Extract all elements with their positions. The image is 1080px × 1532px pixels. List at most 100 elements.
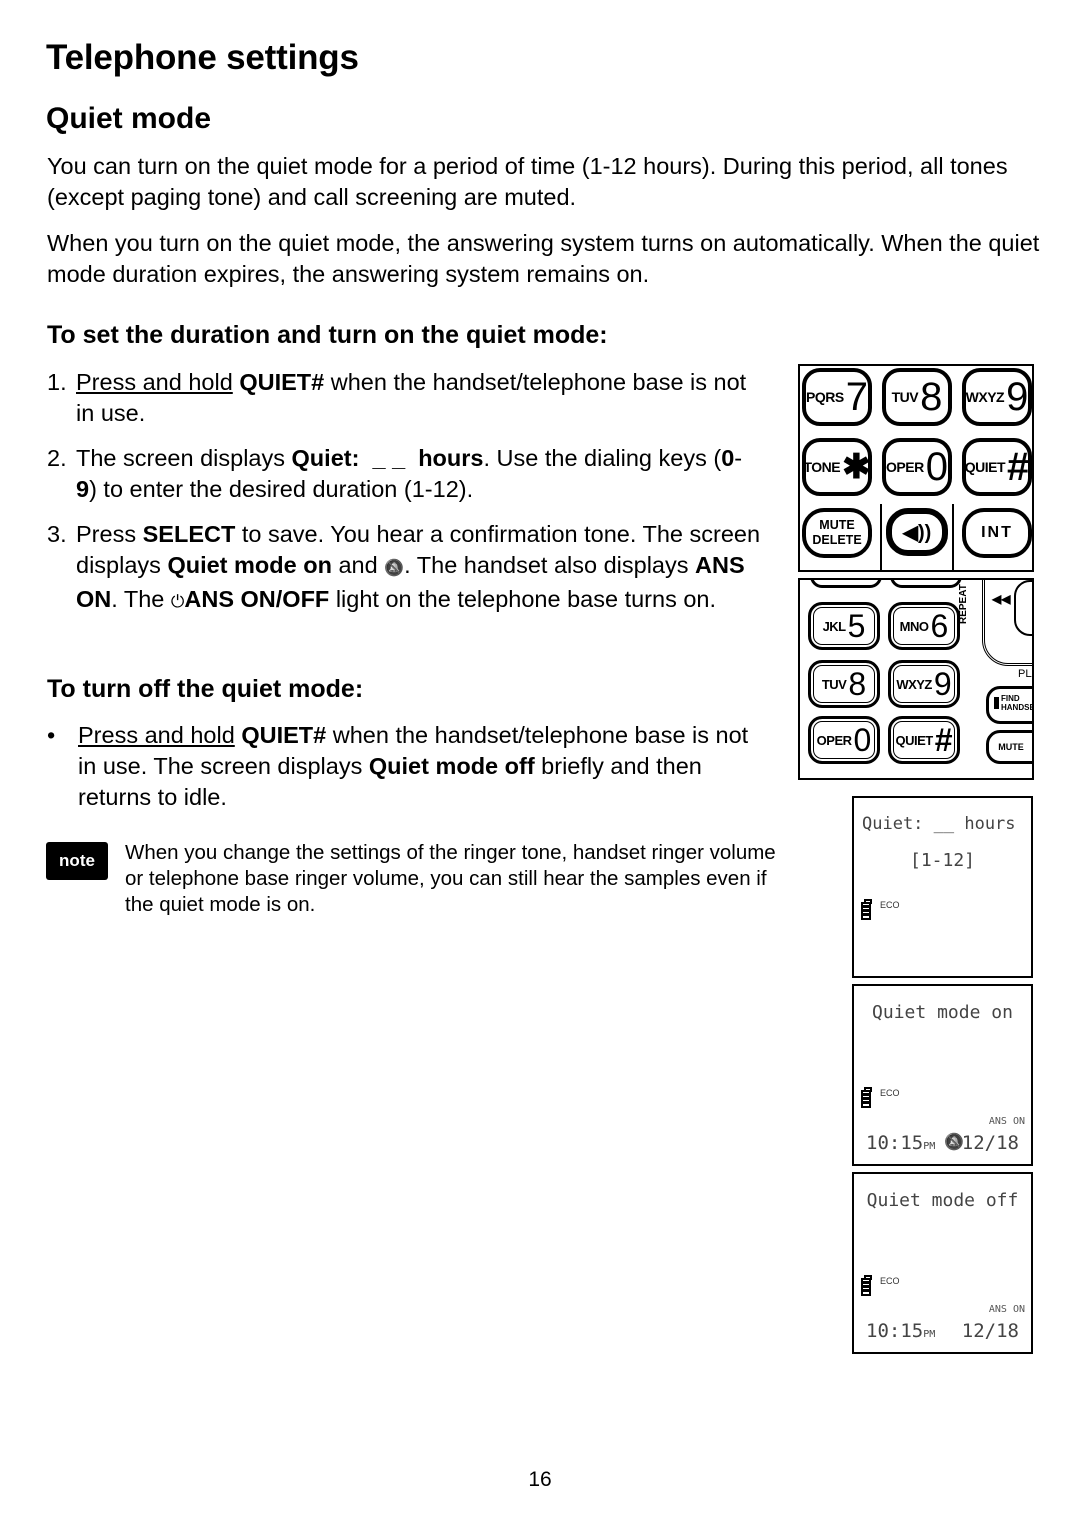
- base-key-pound-quiet[interactable]: QUIET #: [888, 716, 960, 764]
- key-letters: TUV: [891, 389, 919, 405]
- key-label: DELETE: [812, 533, 862, 547]
- screen-date: 12/18: [961, 1132, 1019, 1154]
- turn-off-heading: To turn off the quiet mode:: [47, 675, 364, 703]
- step-text: . The handset also displays: [404, 552, 696, 578]
- muted-bell-icon: 🔕: [384, 560, 405, 577]
- key-letters: QUIET: [895, 732, 933, 748]
- speaker-icon: ◀)): [902, 521, 932, 544]
- key-digit: 5: [847, 608, 866, 644]
- step-text: . The: [111, 586, 171, 612]
- step-number: 3.: [47, 521, 67, 547]
- key-letters: TONE: [803, 459, 841, 475]
- mute-label: MUTE: [998, 742, 1024, 752]
- section-title: Quiet mode: [46, 102, 212, 135]
- ampm: PM: [923, 1141, 936, 1152]
- intro-paragraph-2: When you turn on the quiet mode, the ans…: [47, 230, 1040, 287]
- key-digit: 7: [845, 375, 868, 419]
- intro-paragraph-1: You can turn on the quiet mode for a per…: [47, 153, 1008, 210]
- key-digit: 9: [933, 666, 952, 702]
- time-value: 10:15: [866, 1132, 924, 1154]
- key-digit: 8: [848, 666, 867, 702]
- eco-indicator: ECO: [880, 1276, 900, 1286]
- key-0-oper[interactable]: OPER 0: [882, 438, 952, 496]
- press-and-hold-link[interactable]: Press and hold: [76, 369, 233, 395]
- key-label: MUTE: [819, 518, 855, 532]
- play-label: PLA: [1018, 668, 1032, 680]
- key-8[interactable]: TUV 8: [882, 368, 952, 426]
- ans-on-indicator: ANS ON: [988, 1116, 1025, 1127]
- eco-indicator: ECO: [880, 1088, 900, 1098]
- step-1: 1. Press and hold QUIET# when the handse…: [47, 367, 767, 429]
- find-handset-key[interactable]: FIND HANDSET: [986, 686, 1032, 724]
- partial-key: [890, 580, 962, 588]
- screen-date: 12/18: [961, 1320, 1019, 1342]
- base-key-5[interactable]: JKL 5: [808, 602, 880, 650]
- int-key[interactable]: INT: [962, 508, 1032, 558]
- step-text: . Use the dialing keys (: [483, 445, 722, 471]
- note-badge: note: [46, 842, 108, 880]
- key-9[interactable]: WXYZ 9: [962, 368, 1032, 426]
- ans-on-indicator: ANS ON: [988, 1304, 1025, 1315]
- key-letters: OPER: [816, 732, 852, 748]
- key-digit: ✱: [842, 448, 871, 486]
- step-text: and: [331, 552, 385, 578]
- key-pound-quiet[interactable]: QUIET #: [962, 438, 1032, 496]
- digit-label: 9: [76, 476, 90, 502]
- press-and-hold-link[interactable]: Press and hold: [78, 722, 235, 748]
- turn-off-bullet: • Press and hold QUIET# when the handset…: [47, 720, 767, 813]
- step-text: The screen displays: [76, 445, 292, 471]
- select-key-label: SELECT: [142, 521, 236, 547]
- key-digit: 0: [853, 722, 872, 758]
- handset-icon: [994, 697, 999, 709]
- step-text: -: [734, 445, 743, 471]
- bullet: •: [47, 722, 56, 748]
- screen-line: Quiet mode off: [866, 1190, 1019, 1211]
- page-number: 16: [528, 1468, 552, 1491]
- base-key-0-oper[interactable]: OPER 0: [808, 716, 880, 764]
- battery-icon: [861, 899, 872, 920]
- step-2: 2. The screen displays Quiet: _ _ hours.…: [47, 443, 747, 505]
- base-keypad: JKL 5 MNO 6 TUV 8 WXYZ 9 OPER 0 QUIET # REPEAT…: [798, 578, 1034, 780]
- battery-icon: [861, 1087, 872, 1108]
- step-text: light on the telephone base turns on.: [329, 586, 717, 612]
- time-value: 10:15: [866, 1320, 924, 1342]
- screen-range: [1-12]: [909, 850, 976, 871]
- key-letters: MNO: [899, 618, 929, 634]
- repeat-label: REPEAT: [958, 584, 969, 624]
- key-letters: WXYZ: [896, 676, 932, 692]
- key-letters: WXYZ: [965, 389, 1005, 405]
- key-letters: OPER: [886, 459, 924, 475]
- key-digit: #: [934, 722, 953, 758]
- key-7[interactable]: PQRS 7: [802, 368, 872, 426]
- step-number: 1.: [47, 369, 67, 395]
- lcd-screen-quiet-mode-off: Quiet mode off ECO ANS ON 10:15PM 12/18: [852, 1172, 1033, 1354]
- key-letters: PQRS: [806, 389, 844, 405]
- quiet-key-label: QUIET#: [241, 722, 327, 748]
- key-digit: 9: [1006, 375, 1029, 419]
- page-title: Telephone settings: [46, 38, 359, 77]
- ans-on-off-label: ANS ON/OFF: [184, 586, 330, 612]
- play-key[interactable]: [1014, 580, 1032, 636]
- key-star-tone[interactable]: TONE ✱: [802, 438, 872, 496]
- ampm: PM: [923, 1329, 936, 1340]
- eco-indicator: ECO: [880, 900, 900, 910]
- set-duration-heading: To set the duration and turn on the quie…: [47, 321, 608, 349]
- speaker-key[interactable]: ◀)): [886, 508, 948, 556]
- quiet-key-label: QUIET#: [239, 369, 325, 395]
- base-key-8[interactable]: TUV 8: [808, 660, 880, 708]
- screen-line: Quiet: __ hours: [862, 814, 1016, 834]
- rewind-icon: ◀◀: [992, 592, 1011, 606]
- step-text: Press: [76, 521, 143, 547]
- base-mute-key[interactable]: MUTE: [986, 730, 1032, 764]
- base-key-9[interactable]: WXYZ 9: [888, 660, 960, 708]
- base-key-6[interactable]: MNO 6: [888, 602, 960, 650]
- quiet-hours-label: Quiet: _ _ hours: [291, 445, 484, 471]
- key-digit: 6: [930, 608, 949, 644]
- key-letters: QUIET: [964, 459, 1006, 475]
- mute-delete-key[interactable]: MUTE DELETE: [802, 508, 872, 558]
- partial-key: [810, 580, 882, 588]
- key-letters: JKL: [822, 618, 847, 634]
- battery-icon: [861, 1275, 872, 1296]
- step-number: 2.: [47, 445, 67, 471]
- digit-label: 0: [721, 445, 735, 471]
